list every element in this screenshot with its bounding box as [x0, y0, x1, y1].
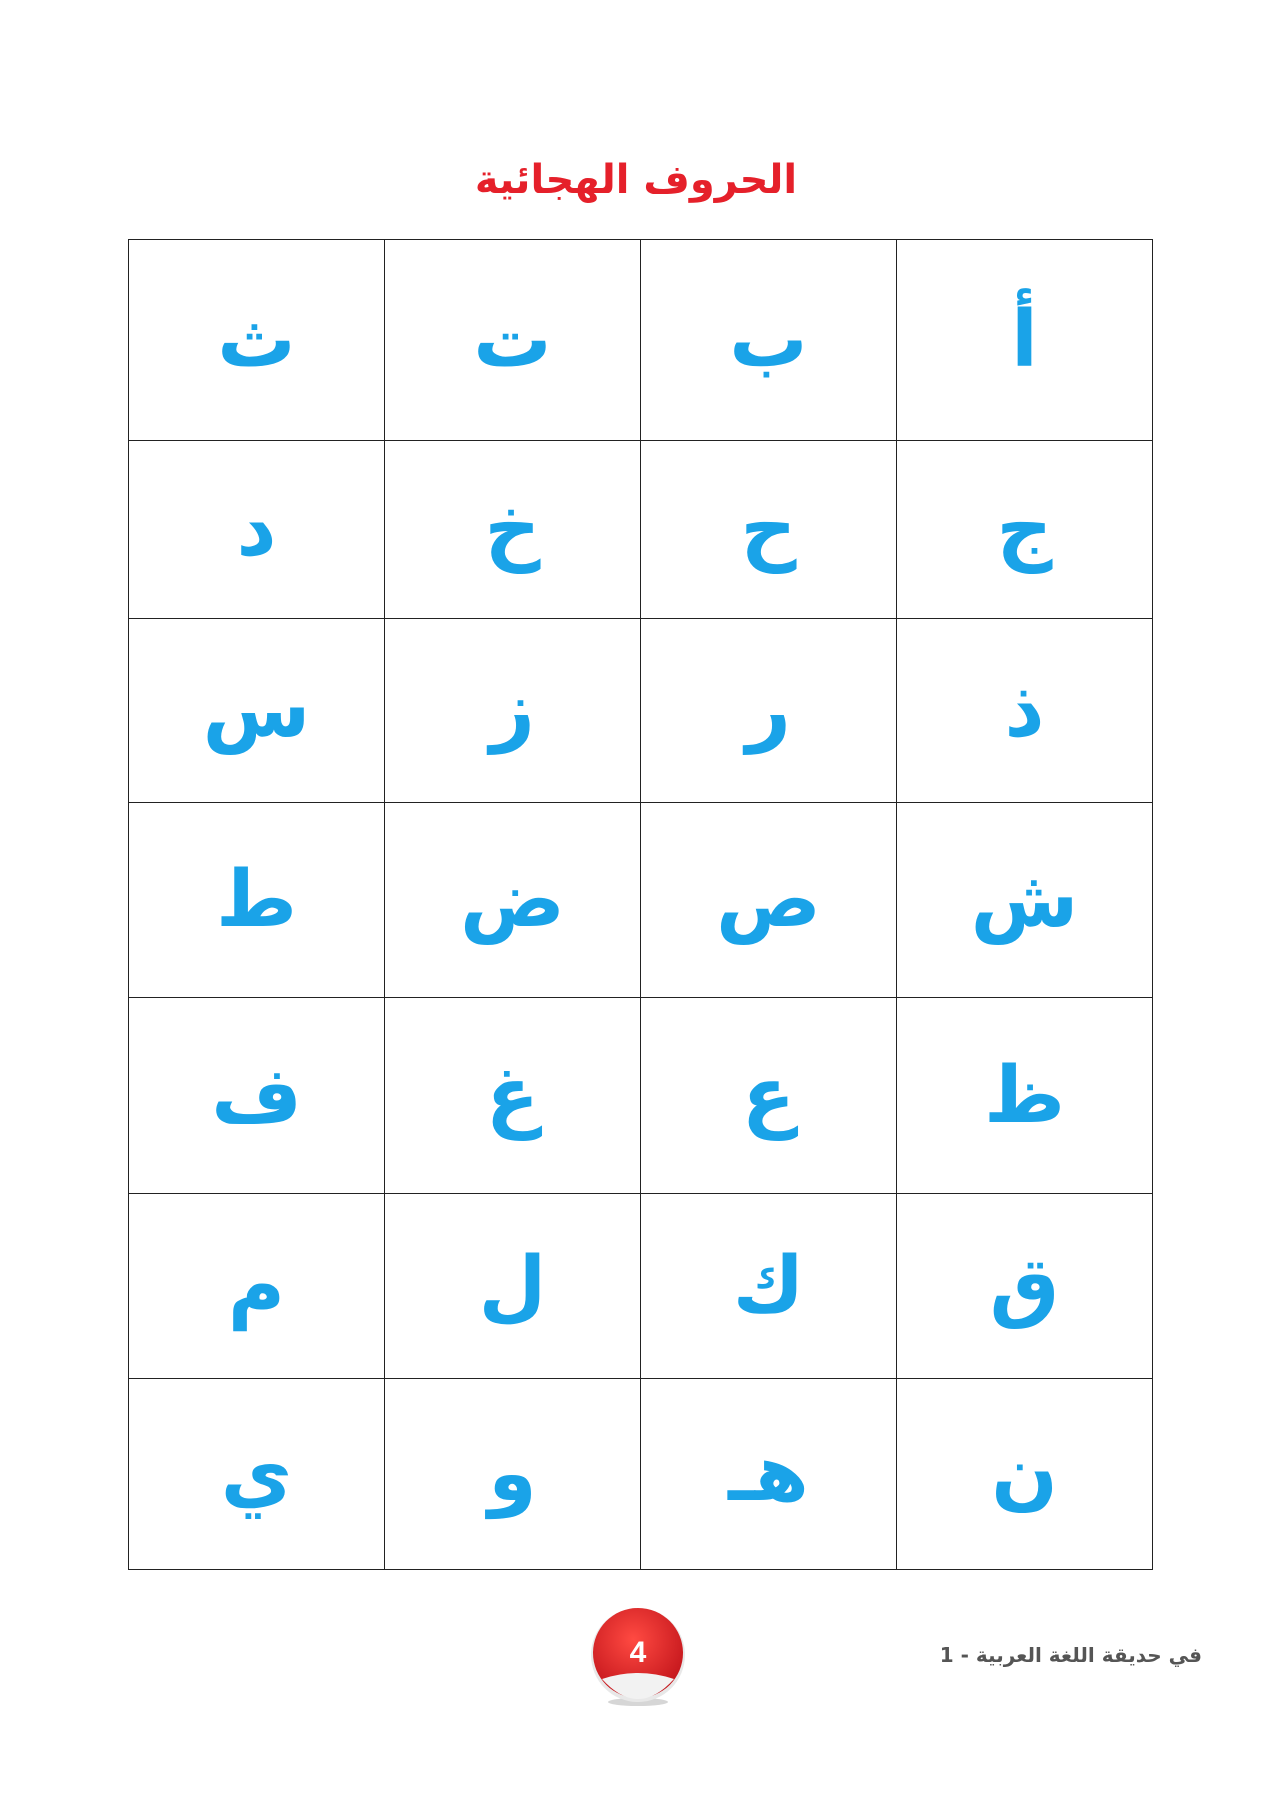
table-row: ش ص ض ط: [128, 801, 1153, 999]
letter-cell: د: [128, 439, 385, 620]
letter-cell: ج: [896, 439, 1153, 620]
letter-cell: ي: [128, 1378, 385, 1570]
letter-cell: ن: [896, 1378, 1153, 1570]
letter-cell: ر: [640, 618, 897, 803]
letter-cell: ذ: [896, 618, 1153, 803]
table-row: ج ح خ د: [128, 439, 1153, 620]
letter-cell: ش: [896, 801, 1153, 999]
letter-cell: ع: [640, 997, 897, 1194]
letter-cell: ل: [384, 1192, 641, 1380]
table-row: ظ ع غ ف: [128, 997, 1153, 1194]
letter-cell: ظ: [896, 997, 1153, 1194]
letter-cell: و: [384, 1378, 641, 1570]
letter-cell: أ: [896, 239, 1153, 441]
letter-cell: م: [128, 1192, 385, 1380]
letter-cell: ك: [640, 1192, 897, 1380]
page-number: 4: [629, 1636, 647, 1669]
letter-cell: ط: [128, 801, 385, 999]
letter-cell: ب: [640, 239, 897, 441]
letter-cell: غ: [384, 997, 641, 1194]
table-row: ق ك ل م: [128, 1192, 1153, 1380]
letter-cell: خ: [384, 439, 641, 620]
letter-cell: س: [128, 618, 385, 803]
page-title: الحروف الهجائية: [474, 157, 798, 203]
letter-cell: ص: [640, 801, 897, 999]
table-row: ن هـ و ي: [128, 1378, 1153, 1570]
letter-cell: هـ: [640, 1378, 897, 1570]
letter-cell: ت: [384, 239, 641, 441]
letter-cell: ف: [128, 997, 385, 1194]
table-row: أ ب ت ث: [128, 239, 1153, 441]
alphabet-table: أ ب ت ث ج ح خ د ذ ر ز س ش ص ض ط ظ ع غ ف …: [128, 239, 1153, 1570]
letter-cell: ث: [128, 239, 385, 441]
letter-cell: ح: [640, 439, 897, 620]
letter-cell: ض: [384, 801, 641, 999]
letter-cell: ز: [384, 618, 641, 803]
table-row: ذ ر ز س: [128, 618, 1153, 803]
page-number-badge: 4: [586, 1605, 690, 1709]
series-title: في حديقة اللغة العربية - 1: [939, 1643, 1202, 1667]
letter-cell: ق: [896, 1192, 1153, 1380]
